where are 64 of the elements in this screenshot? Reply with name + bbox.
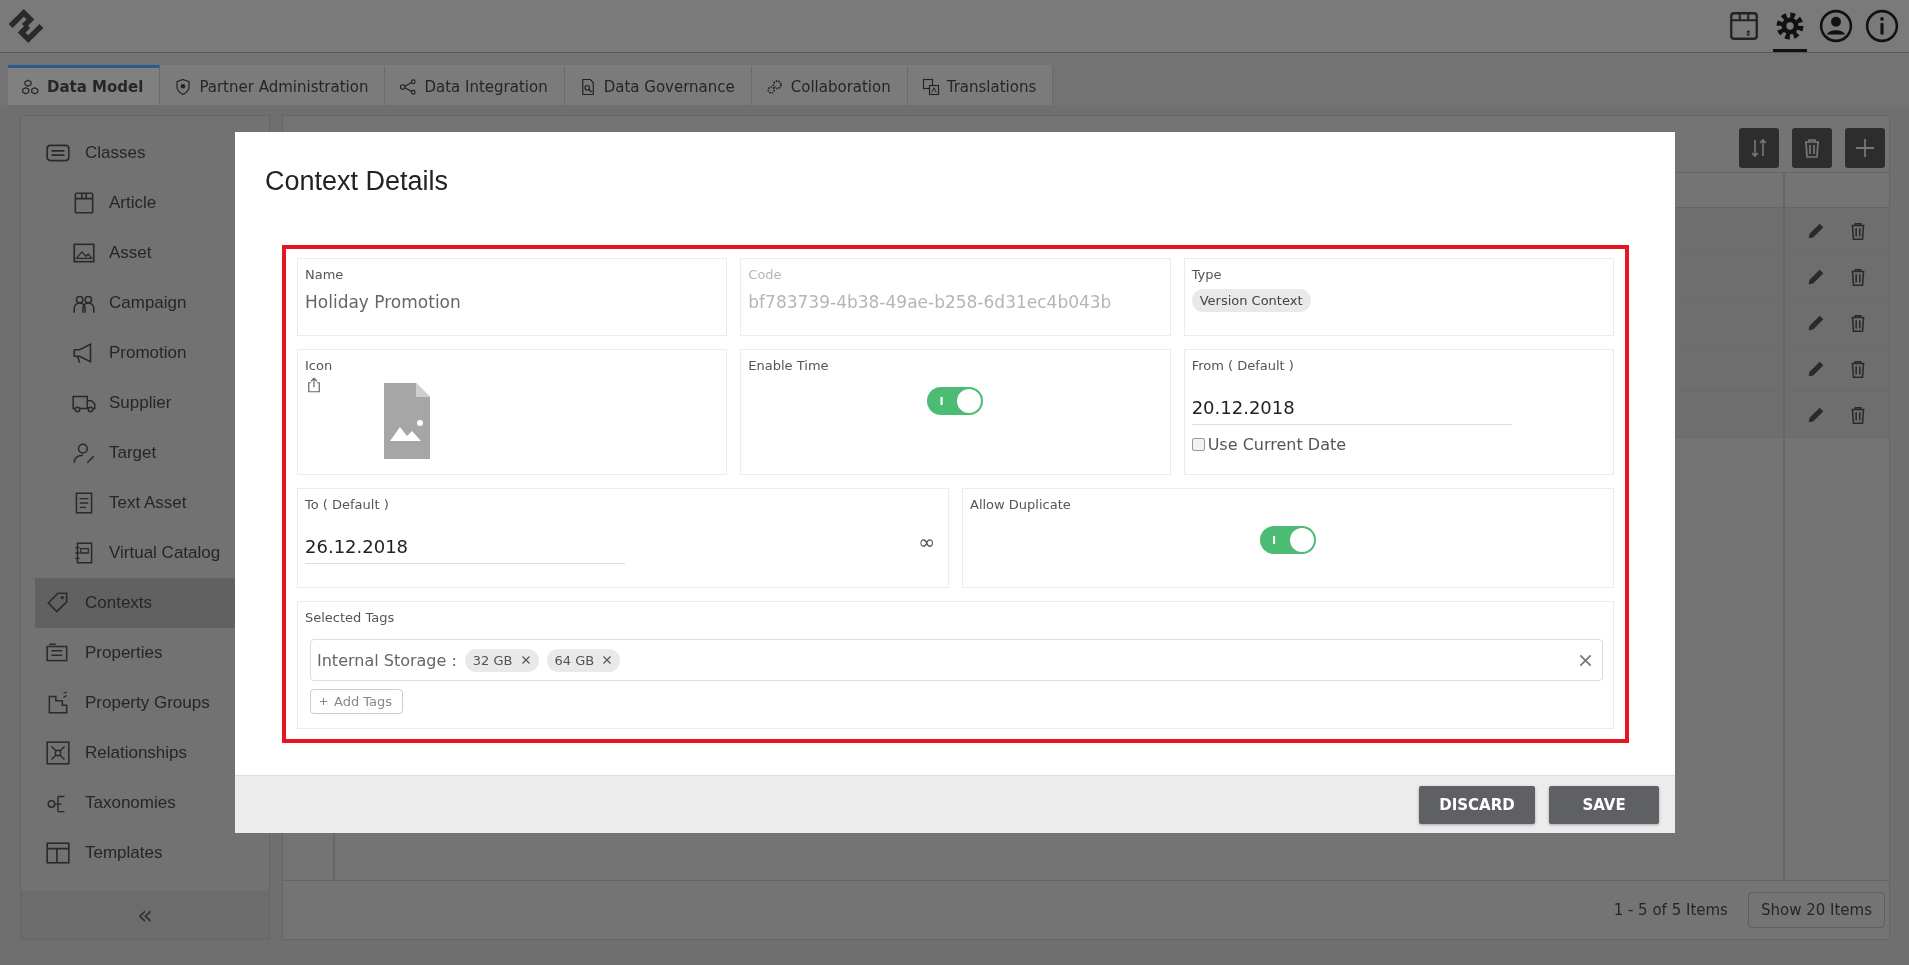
field-label: Allow Duplicate [970,497,1072,512]
page-size-button[interactable]: Show 20 Items [1747,892,1885,928]
sidebar-item[interactable]: Text Asset [35,478,269,528]
sidebar-item[interactable]: Target [35,428,269,478]
field-label: Code [748,267,783,282]
field-label: Name [305,267,345,282]
layout-icon [45,840,71,866]
tags-field[interactable]: Internal Storage : 32 GB 64 GB [310,639,1603,681]
translate-icon [921,77,940,96]
dialog-button[interactable]: SAVE [1549,785,1659,824]
field-label: Icon [305,358,334,373]
sidebar-item[interactable]: Templates [35,828,269,878]
network-icon [45,740,71,766]
nodes-icon [399,77,418,96]
pagination-summary: 1 - 5 of 5 Items [1613,901,1728,919]
toggle-switch[interactable]: I [927,387,984,415]
tab[interactable]: Partner Administration [160,65,386,105]
clear-icon[interactable] [1579,653,1592,667]
field-label: From ( Default ) [1191,358,1295,373]
field-label: Enable Time [748,358,830,373]
sidebar-item[interactable]: Promotion [35,328,269,378]
tag-chip[interactable]: 32 GB [464,648,539,672]
sort-button[interactable] [1739,128,1779,168]
sidebar-item[interactable]: Properties [35,628,269,678]
tab[interactable]: Collaboration [751,65,908,105]
box-icon[interactable] [1727,9,1761,43]
remove-icon[interactable] [602,655,613,665]
plus-icon [319,697,328,706]
upload-icon[interactable] [305,376,323,394]
dialog-button[interactable]: DISCARD [1419,785,1535,824]
sidebar-item[interactable]: Supplier [35,378,269,428]
field-label: Selected Tags [305,610,396,625]
tab[interactable]: Data Governance [564,65,752,105]
tab[interactable]: Data Integration [385,65,565,105]
name-field[interactable]: Holiday Promotion [305,292,720,312]
tag-chip[interactable]: 64 GB [546,648,621,672]
sidebar-item[interactable]: Taxonomies [35,778,269,828]
shield-icon [174,77,193,96]
dialog-title: Context Details [264,165,450,198]
sidebar-item[interactable]: Relationships [35,728,269,778]
tab[interactable]: Data Model [8,65,161,105]
delete-button[interactable] [1792,128,1832,168]
add-button[interactable] [1845,128,1885,168]
user-icon[interactable] [1819,9,1853,43]
remove-icon[interactable] [520,655,531,665]
sidebar-item[interactable]: Virtual Catalog [35,528,269,578]
toggle-switch[interactable]: I [1260,526,1316,554]
date-field[interactable]: 26.12.2018 [305,536,625,564]
plus-icon [1853,136,1877,160]
field-label: To ( Default ) [305,497,390,512]
date-field[interactable]: 20.12.2018 [1191,397,1512,425]
sidebar-item[interactable]: Property Groups [35,678,269,728]
checkbox[interactable] [1191,438,1205,451]
field-label: Type [1191,267,1223,282]
type-chip: Version Context [1191,289,1311,312]
sidebar-item[interactable]: Campaign [35,278,269,328]
cubes-icon [22,77,40,96]
info-icon[interactable] [1865,9,1899,43]
add-tags-button[interactable]: Add Tags [310,689,404,714]
checkbox-label: Use Current Date [1207,435,1347,454]
sidebar-item[interactable]: Asset [35,228,269,278]
collapse-button[interactable]: « [21,891,269,939]
tab[interactable]: Translations [907,65,1054,105]
infinity-toggle[interactable]: ∞ [918,530,935,554]
